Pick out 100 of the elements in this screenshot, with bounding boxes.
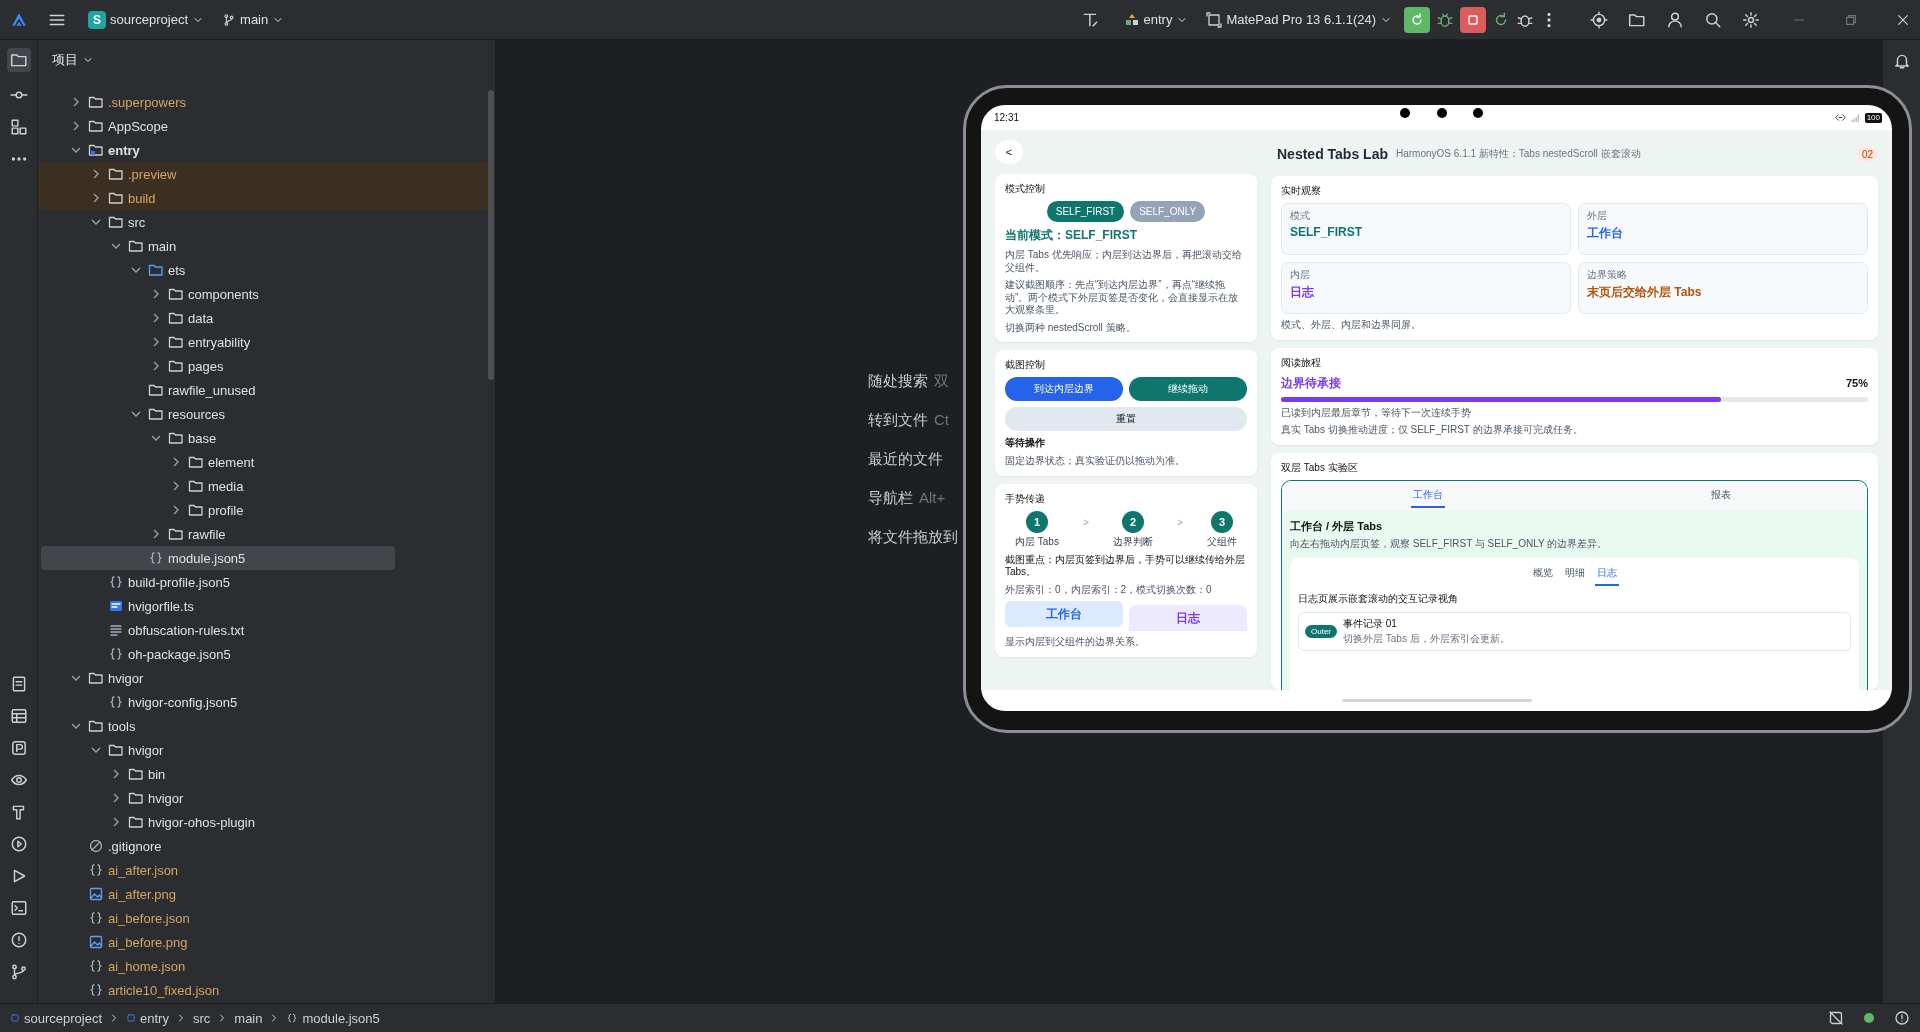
tree-item[interactable]: build-profile.json5 [38, 570, 495, 594]
highlight-text: 截图重点：内层页签到边界后，手势可以继续传给外层 Tabs。 [1005, 553, 1246, 579]
person-icon[interactable] [1666, 10, 1684, 29]
tree-item[interactable]: resources [38, 402, 495, 426]
tree-item[interactable]: obfuscation-rules.txt [38, 618, 495, 642]
tree-item-label: data [188, 310, 214, 326]
run-button[interactable] [1404, 6, 1430, 33]
text-lines-icon [108, 622, 124, 638]
tree-item[interactable]: base [38, 426, 495, 450]
tree-item[interactable]: ai_after.png [38, 882, 495, 906]
problems-icon[interactable] [1894, 1010, 1910, 1026]
note-text: 显示内层到父组件的边界关系。 [1005, 636, 1146, 649]
tree-item[interactable]: ai_before.png [38, 930, 495, 954]
inner-tab[interactable]: 日志 [1594, 562, 1619, 586]
scrollbar-thumb[interactable] [488, 90, 494, 380]
tree-item[interactable]: AppScope [38, 114, 495, 138]
panel-title[interactable]: 项目 [52, 51, 78, 69]
layer-chip[interactable]: 日志 [1129, 605, 1247, 631]
outer-tab[interactable]: 报表 [1708, 483, 1733, 508]
run-config-selector[interactable]: entry [1117, 7, 1195, 32]
status-dot[interactable] [1864, 1013, 1874, 1023]
search-icon[interactable] [1704, 10, 1722, 29]
tree-item[interactable]: hvigor [38, 786, 495, 810]
profiler-icon[interactable] [9, 739, 28, 757]
tree-item[interactable]: bin [38, 762, 495, 786]
table-icon[interactable] [9, 707, 28, 725]
tree-item[interactable]: rawfile [38, 522, 495, 546]
tree-item-label: .preview [128, 166, 177, 182]
tree-item[interactable]: .preview [38, 162, 495, 186]
battery-level: 100 [1864, 112, 1882, 123]
tree-item[interactable]: src [38, 210, 495, 234]
tree-item[interactable]: .superpowers [38, 90, 495, 114]
hint-shortcut: 双 [934, 371, 949, 391]
breadcrumb-item[interactable]: sourceproject [10, 1010, 103, 1026]
folder-icon [168, 526, 184, 542]
tree-item[interactable]: entryability [38, 330, 495, 354]
action-button[interactable]: 继续拖动 [1129, 377, 1247, 401]
structure-icon[interactable] [9, 118, 28, 136]
outer-tab[interactable]: 工作台 [1411, 483, 1446, 508]
tree-item[interactable]: media [38, 474, 495, 498]
tree-item[interactable]: components [38, 282, 495, 306]
braces-icon [148, 550, 164, 566]
tree-item[interactable]: rawfile_unused [38, 378, 495, 402]
mode-toggle[interactable]: SELF_FIRST [1046, 201, 1125, 222]
breadcrumb-item[interactable]: module.json5 [286, 1010, 380, 1026]
tree-item[interactable]: hvigorfile.ts [38, 594, 495, 618]
project-selector[interactable]: S sourceproject [82, 6, 211, 33]
terminal-icon[interactable] [9, 899, 28, 917]
action-button[interactable]: 到达内层边界 [1005, 377, 1123, 401]
tree-item[interactable]: hvigor [38, 738, 495, 762]
tree-item[interactable]: element [38, 450, 495, 474]
tree-item[interactable]: main [38, 234, 495, 258]
restore-icon[interactable] [1844, 12, 1858, 27]
notification-bell-icon[interactable] [1892, 52, 1911, 70]
tree-item[interactable]: hvigor [38, 666, 495, 690]
branch-selector[interactable]: main [216, 8, 291, 31]
status-time: 12:31 [994, 112, 1020, 123]
tree-item[interactable]: ai_before.json [38, 906, 495, 930]
tree-item[interactable]: tools [38, 714, 495, 738]
tree-item[interactable]: data [38, 306, 495, 330]
tree-item[interactable]: ai_after.json [38, 858, 495, 882]
tree-item[interactable]: profile [38, 498, 495, 522]
services-icon[interactable] [9, 835, 28, 853]
progress-status: 边界待承接 [1281, 374, 1341, 392]
tree-item[interactable]: pages [38, 354, 495, 378]
tree-item[interactable]: entry [38, 138, 495, 162]
no-inspect-icon[interactable] [1828, 1010, 1844, 1026]
target-icon[interactable] [1590, 10, 1608, 29]
back-button[interactable]: < [995, 140, 1023, 164]
tree-item[interactable]: hvigor-ohos-plugin [38, 810, 495, 834]
note-text: 内层 Tabs 优先响应；内层到达边界后，再把滚动交给父组件。 [1005, 249, 1243, 274]
tree-item[interactable]: ai_home.json [38, 954, 495, 978]
tree-item[interactable]: ets [38, 258, 495, 282]
folder-icon [108, 190, 124, 206]
inner-tab[interactable]: 概览 [1530, 562, 1555, 586]
tile-value: 末页后交给外层 Tabs [1587, 284, 1703, 301]
inner-tab[interactable]: 明细 [1562, 562, 1587, 586]
folder-icon [168, 286, 184, 302]
tree-item[interactable]: hvigor-config.json5 [38, 690, 495, 714]
tree-item-label: oh-package.json5 [128, 646, 231, 662]
hint-action: 将文件拖放到 [868, 527, 958, 547]
project-folder-icon[interactable] [9, 51, 28, 69]
layer-chip[interactable]: 工作台 [1005, 601, 1123, 627]
close-icon[interactable] [1896, 12, 1910, 27]
tree-item-selected[interactable]: module.json5 [41, 546, 395, 570]
settings-icon[interactable] [1742, 10, 1760, 29]
action-button[interactable]: 重置 [1005, 407, 1247, 431]
tree-item[interactable]: .gitignore [38, 834, 495, 858]
tree-item[interactable]: build [38, 186, 495, 210]
stop-button[interactable] [1460, 6, 1486, 33]
tree-item-label: pages [188, 358, 224, 374]
tree-item[interactable]: oh-package.json5 [38, 642, 495, 666]
folder-icon [148, 382, 164, 398]
git-icon[interactable] [9, 963, 28, 981]
problems-icon[interactable] [9, 931, 28, 949]
breadcrumb-item[interactable]: src [192, 1010, 211, 1026]
breadcrumb-item[interactable]: entry [126, 1010, 169, 1026]
tree-item[interactable]: article10_fixed.json [38, 978, 495, 1002]
device-selector[interactable]: MatePad Pro 13 6.1.1(24) [1200, 7, 1398, 32]
breadcrumb-item[interactable]: main [234, 1010, 263, 1026]
